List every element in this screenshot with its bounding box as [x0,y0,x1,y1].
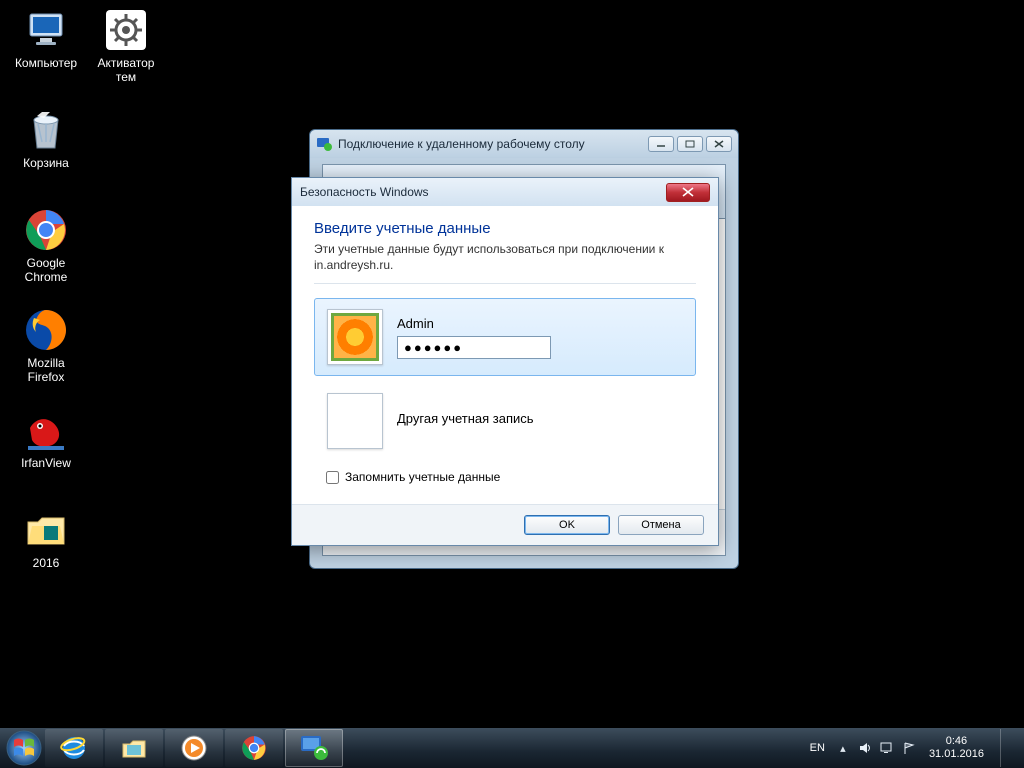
desktop-icon-firefox[interactable]: Mozilla Firefox [8,306,84,384]
rdp-icon [316,136,332,152]
network-icon[interactable] [879,740,895,756]
account-name: Admin [397,316,683,331]
taskbar-item-wmp[interactable] [165,729,223,767]
label: Корзина [8,156,84,170]
account-tile-other[interactable]: Другая учетная запись [314,382,696,460]
close-button[interactable] [666,183,710,202]
gear-icon [102,6,150,54]
password-field[interactable] [397,336,551,359]
show-desktop-button[interactable] [1000,729,1014,767]
irfanview-icon [22,406,70,454]
desktop-icon-computer[interactable]: Компьютер [8,6,84,70]
label: Mozilla Firefox [8,356,84,384]
security-footer: OK Отмена [292,504,718,545]
remember-credentials[interactable]: Запомнить учетные данные [326,470,696,484]
tray-chevron-icon[interactable]: ▴ [835,740,851,756]
start-button[interactable] [4,728,44,768]
label: 2016 [8,556,84,570]
security-title-text: Безопасность Windows [300,185,429,199]
remember-label: Запомнить учетные данные [345,470,500,484]
security-heading: Введите учетные данные [314,220,696,237]
avatar [327,309,383,365]
security-dialog: Безопасность Windows Введите учетные дан… [291,177,719,546]
minimize-button[interactable] [648,136,674,152]
system-tray: EN ▴ 0:46 31.01.2016 [806,729,1020,767]
flower-icon [331,313,379,361]
flag-icon[interactable] [901,740,917,756]
clock[interactable]: 0:46 31.01.2016 [923,735,990,761]
language-indicator[interactable]: EN [806,740,829,756]
desktop-icon-recycle-bin[interactable]: Корзина [8,106,84,170]
desktop-icon-folder-2016[interactable]: 2016 [8,506,84,570]
label: Компьютер [8,56,84,70]
rdp-titlebar[interactable]: Подключение к удаленному рабочему столу [310,130,738,158]
label: Активатор тем [88,56,164,84]
maximize-button[interactable] [677,136,703,152]
label: IrfanView [8,456,84,470]
blank-avatar-icon [331,397,379,445]
close-button[interactable] [706,136,732,152]
volume-icon[interactable] [857,740,873,756]
cancel-button[interactable]: Отмена [618,515,704,535]
taskbar: EN ▴ 0:46 31.01.2016 [0,728,1024,768]
account-tile-admin[interactable]: Admin [314,298,696,376]
desktop-icon-activator[interactable]: Активатор тем [88,6,164,84]
firefox-icon [22,306,70,354]
ok-button[interactable]: OK [524,515,610,535]
other-account-label: Другая учетная запись [397,411,683,426]
chrome-icon [22,206,70,254]
remember-checkbox[interactable] [326,471,339,484]
recycle-bin-icon [22,106,70,154]
label: Google Chrome [8,256,84,284]
desktop-icon-irfanview[interactable]: IrfanView [8,406,84,470]
folder-icon [22,506,70,554]
security-titlebar[interactable]: Безопасность Windows [292,178,718,206]
time: 0:46 [929,735,984,748]
security-subtext: Эти учетные данные будут использоваться … [314,241,696,284]
taskbar-item-rdp[interactable] [285,729,343,767]
computer-icon [22,6,70,54]
desktop-icon-chrome[interactable]: Google Chrome [8,206,84,284]
date: 31.01.2016 [929,748,984,761]
security-body: Введите учетные данные Эти учетные данны… [292,206,718,504]
taskbar-item-explorer[interactable] [105,729,163,767]
rdp-title: Подключение к удаленному рабочему столу [338,137,645,151]
taskbar-item-ie[interactable] [45,729,103,767]
taskbar-item-chrome[interactable] [225,729,283,767]
avatar [327,393,383,449]
